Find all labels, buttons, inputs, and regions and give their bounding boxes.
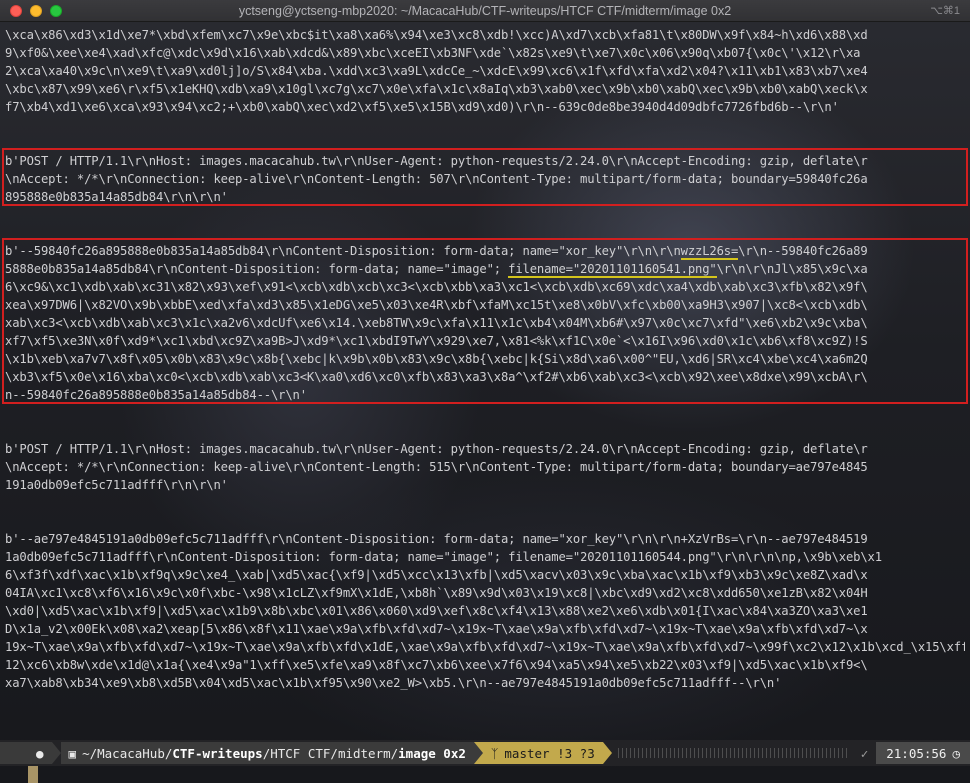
terminal-line: xa7\xab8\xb34\xe9\xb8\xd5B\x04\xd5\xac\x…: [5, 676, 782, 690]
terminal-line: b'--59840fc26a895888e0b835a14a85db84\r\n…: [5, 244, 868, 260]
window-title: yctseng@yctseng-mbp2020: ~/MacacaHub/CTF…: [238, 3, 732, 18]
terminal-line: D\x1a_v2\x00Ek\x08\xa2\xeap[5\x86\x8f\x1…: [5, 622, 868, 636]
underlined-value: wzzL26s=: [680, 244, 739, 260]
underlined-value: filename="20201101160541.png": [508, 262, 717, 278]
path-text: ~/MacacaHub/CTF-writeups/HTCF CTF/midter…: [82, 745, 466, 761]
apple-icon: ●: [36, 745, 44, 761]
terminal-line: 1a0db09efc5c711adfff\r\nContent-Disposit…: [5, 550, 882, 564]
terminal-line: b'--ae797e4845191a0db09efc5c711adfff\r\n…: [5, 532, 868, 546]
close-button[interactable]: [10, 5, 22, 17]
terminal-line: \xb3\xf5\x0e\x16\xba\xc0<\xcb\xdb\xab\xc…: [5, 370, 868, 384]
folder-icon: ▣: [68, 745, 77, 761]
terminal-line: 12\xc6\xb8w\xde\x1d@\x1a{\xe4\x9a"1\xff\…: [5, 658, 868, 672]
path-segment: ▣ ~/MacacaHub/CTF-writeups/HTCF CTF/midt…: [60, 742, 474, 764]
terminal-output[interactable]: \xca\x86\xd3\x1d\xe7*\xbd\xfem\xc7\x9e\x…: [0, 22, 970, 740]
git-branch-icon: ᛉ: [490, 745, 499, 761]
time-segment: 21:05:56 ◷: [876, 742, 970, 764]
clock-icon: ◷: [952, 745, 960, 761]
window-controls: [10, 5, 62, 17]
terminal-line: 2\xca\xa40\x9c\n\xe9\t\xa9\xd0lj]o/S\x84…: [5, 64, 868, 78]
exit-status-check: ✓: [860, 745, 869, 761]
prompt-line[interactable]: [0, 766, 970, 783]
minimize-button[interactable]: [30, 5, 42, 17]
terminal-line: 04IA\xc1\xc8\xf6\x16\x9c\x0f\xbc-\x98\x1…: [5, 586, 868, 600]
terminal-line: 6\xc9&\xc1\xdb\xab\xc31\x82\x93\xef\x91<…: [5, 280, 868, 294]
terminal-line: n--59840fc26a895888e0b835a14a85db84--\r\…: [5, 388, 307, 402]
window-shortcut: ⌥⌘1: [930, 5, 960, 17]
zoom-button[interactable]: [50, 5, 62, 17]
terminal-window: yctseng@yctseng-mbp2020: ~/MacacaHub/CTF…: [0, 0, 970, 783]
title-bar: yctseng@yctseng-mbp2020: ~/MacacaHub/CTF…: [0, 0, 970, 22]
separator-fill: [617, 748, 847, 758]
prompt-marker: [28, 766, 38, 783]
terminal-line: xea\x97DW6|\x82VO\x9b\xbbE\xed\xfa\xd3\x…: [5, 298, 868, 312]
terminal-line: \xd0|\xd5\xac\x1b\xf9|\xd5\xac\x1b9\x8b\…: [5, 604, 868, 618]
terminal-line: \x1b\xeb\xa7v7\x8f\x05\x0b\x83\x9c\x8b{\…: [5, 352, 868, 366]
terminal-line: 6\xf3f\xdf\xac\x1b\xf9q\x9c\xe4_\xab|\xd…: [5, 568, 868, 582]
terminal-line: 19x~T\xae\x9a\xfb\xfd\xd7~\x19x~T\xae\x9…: [5, 640, 965, 654]
terminal-line: f7\xb4\xd1\xe6\xca\x93\x94\xc2;+\xb0\xab…: [5, 100, 839, 114]
status-bar: ● ▣ ~/MacacaHub/CTF-writeups/HTCF CTF/mi…: [0, 740, 970, 766]
os-segment: ●: [0, 742, 52, 764]
terminal-line: \nAccept: */*\r\nConnection: keep-alive\…: [5, 460, 868, 474]
terminal-line: \xca\x86\xd3\x1d\xe7*\xbd\xfem\xc7\x9e\x…: [5, 28, 868, 42]
terminal-line: 9\xf0&\xee\xe4\xad\xfc@\xdc\x9d\x16\xab\…: [5, 46, 861, 60]
terminal-line: 5888e0b835a14a85db84\r\nContent-Disposit…: [5, 262, 868, 278]
terminal-line: b'POST / HTTP/1.1\r\nHost: images.macaca…: [5, 442, 868, 456]
git-segment: ᛉ master !3 ?3: [482, 742, 603, 764]
terminal-line: 191a0db09efc5c711adfff\r\n\r\n': [5, 478, 228, 492]
terminal-line: \xbc\x87\x99\xe6\r\xf5\x1eKHQ\xdb\xa9\x1…: [5, 82, 868, 96]
terminal-line: xf7\xf5\xe3N\x0f\xd9*\xc1\xbd\xc9Z\xa9B>…: [5, 334, 868, 348]
terminal-line: \nAccept: */*\r\nConnection: keep-alive\…: [5, 172, 868, 186]
terminal-line: b'POST / HTTP/1.1\r\nHost: images.macaca…: [5, 154, 868, 168]
git-status: master !3 ?3: [504, 745, 595, 761]
terminal-line: 895888e0b835a14a85db84\r\n\r\n': [5, 190, 228, 204]
clock-time: 21:05:56: [886, 745, 947, 761]
terminal-line: xab\xc3<\xcb\xdb\xab\xc3\x1c\xa2v6\xdcUf…: [5, 316, 868, 330]
